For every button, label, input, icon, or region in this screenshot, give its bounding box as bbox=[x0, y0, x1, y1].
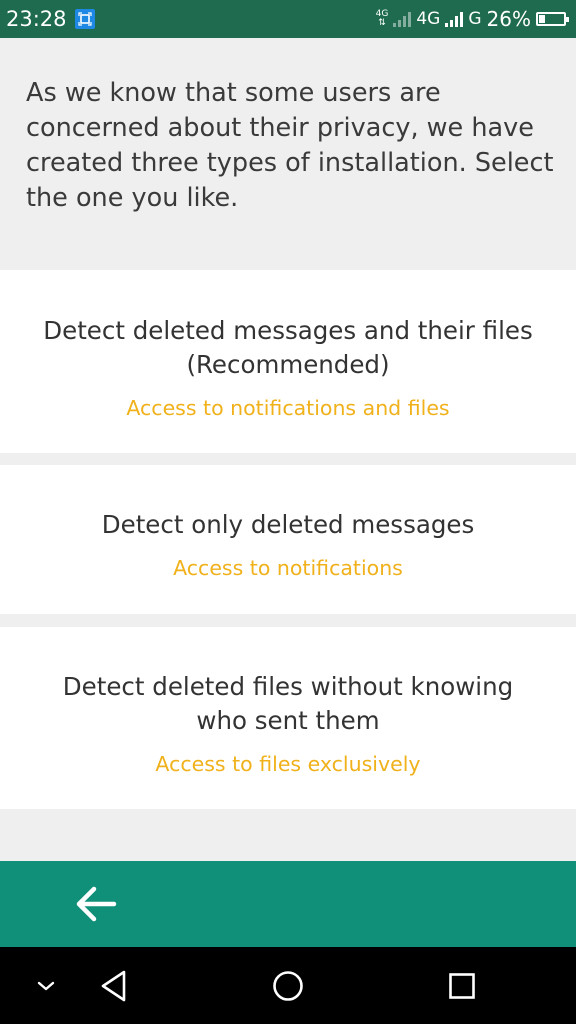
signal-icon-2 bbox=[445, 11, 464, 27]
nav-hide-button[interactable] bbox=[24, 965, 68, 1007]
nav-recents-button[interactable] bbox=[440, 965, 484, 1007]
option-subtitle: Access to notifications bbox=[173, 556, 403, 580]
status-time: 23:28 bbox=[6, 7, 67, 31]
network-3-label: G bbox=[468, 9, 482, 29]
network-arrows-icon: ⇅ bbox=[378, 18, 386, 28]
recents-square-icon bbox=[449, 973, 475, 999]
option-title: Detect deleted messages and their files … bbox=[43, 316, 533, 379]
option-card-notifications-and-files[interactable]: Detect deleted messages and their files … bbox=[0, 270, 576, 453]
option-title: Detect deleted files without knowing who… bbox=[62, 672, 514, 735]
battery-fill bbox=[539, 15, 545, 23]
screenshot-icon bbox=[74, 9, 95, 29]
option-title: Detect only deleted messages bbox=[101, 510, 475, 539]
status-right: 4G ⇅ 4G G 26% bbox=[376, 7, 569, 31]
network-2-label: 4G bbox=[416, 9, 441, 29]
status-bar: 23:28 4G ⇅ 4G G 26% bbox=[0, 0, 576, 38]
nav-back-button[interactable] bbox=[92, 965, 136, 1007]
battery-percent: 26% bbox=[486, 7, 531, 31]
back-button[interactable] bbox=[66, 879, 126, 929]
nav-home-button[interactable] bbox=[266, 965, 310, 1007]
option-card-notifications[interactable]: Detect only deleted messages Access to n… bbox=[0, 465, 576, 614]
chevron-down-icon bbox=[37, 981, 55, 991]
back-triangle-icon bbox=[101, 970, 126, 1002]
option-card-files[interactable]: Detect deleted files without knowing who… bbox=[0, 627, 576, 809]
battery-icon bbox=[536, 12, 569, 26]
status-left: 23:28 bbox=[6, 7, 95, 31]
option-subtitle: Access to files exclusively bbox=[155, 752, 421, 776]
network-indicator-1: 4G ⇅ bbox=[376, 10, 389, 28]
action-bar bbox=[0, 861, 576, 947]
arrow-left-icon bbox=[76, 886, 117, 922]
intro-section: As we know that some users are concerned… bbox=[0, 38, 576, 270]
signal-icon bbox=[393, 11, 412, 27]
intro-text: As we know that some users are concerned… bbox=[26, 78, 554, 213]
option-subtitle: Access to notifications and files bbox=[126, 396, 450, 420]
navigation-bar bbox=[0, 947, 576, 1024]
home-circle-icon bbox=[273, 971, 303, 1001]
